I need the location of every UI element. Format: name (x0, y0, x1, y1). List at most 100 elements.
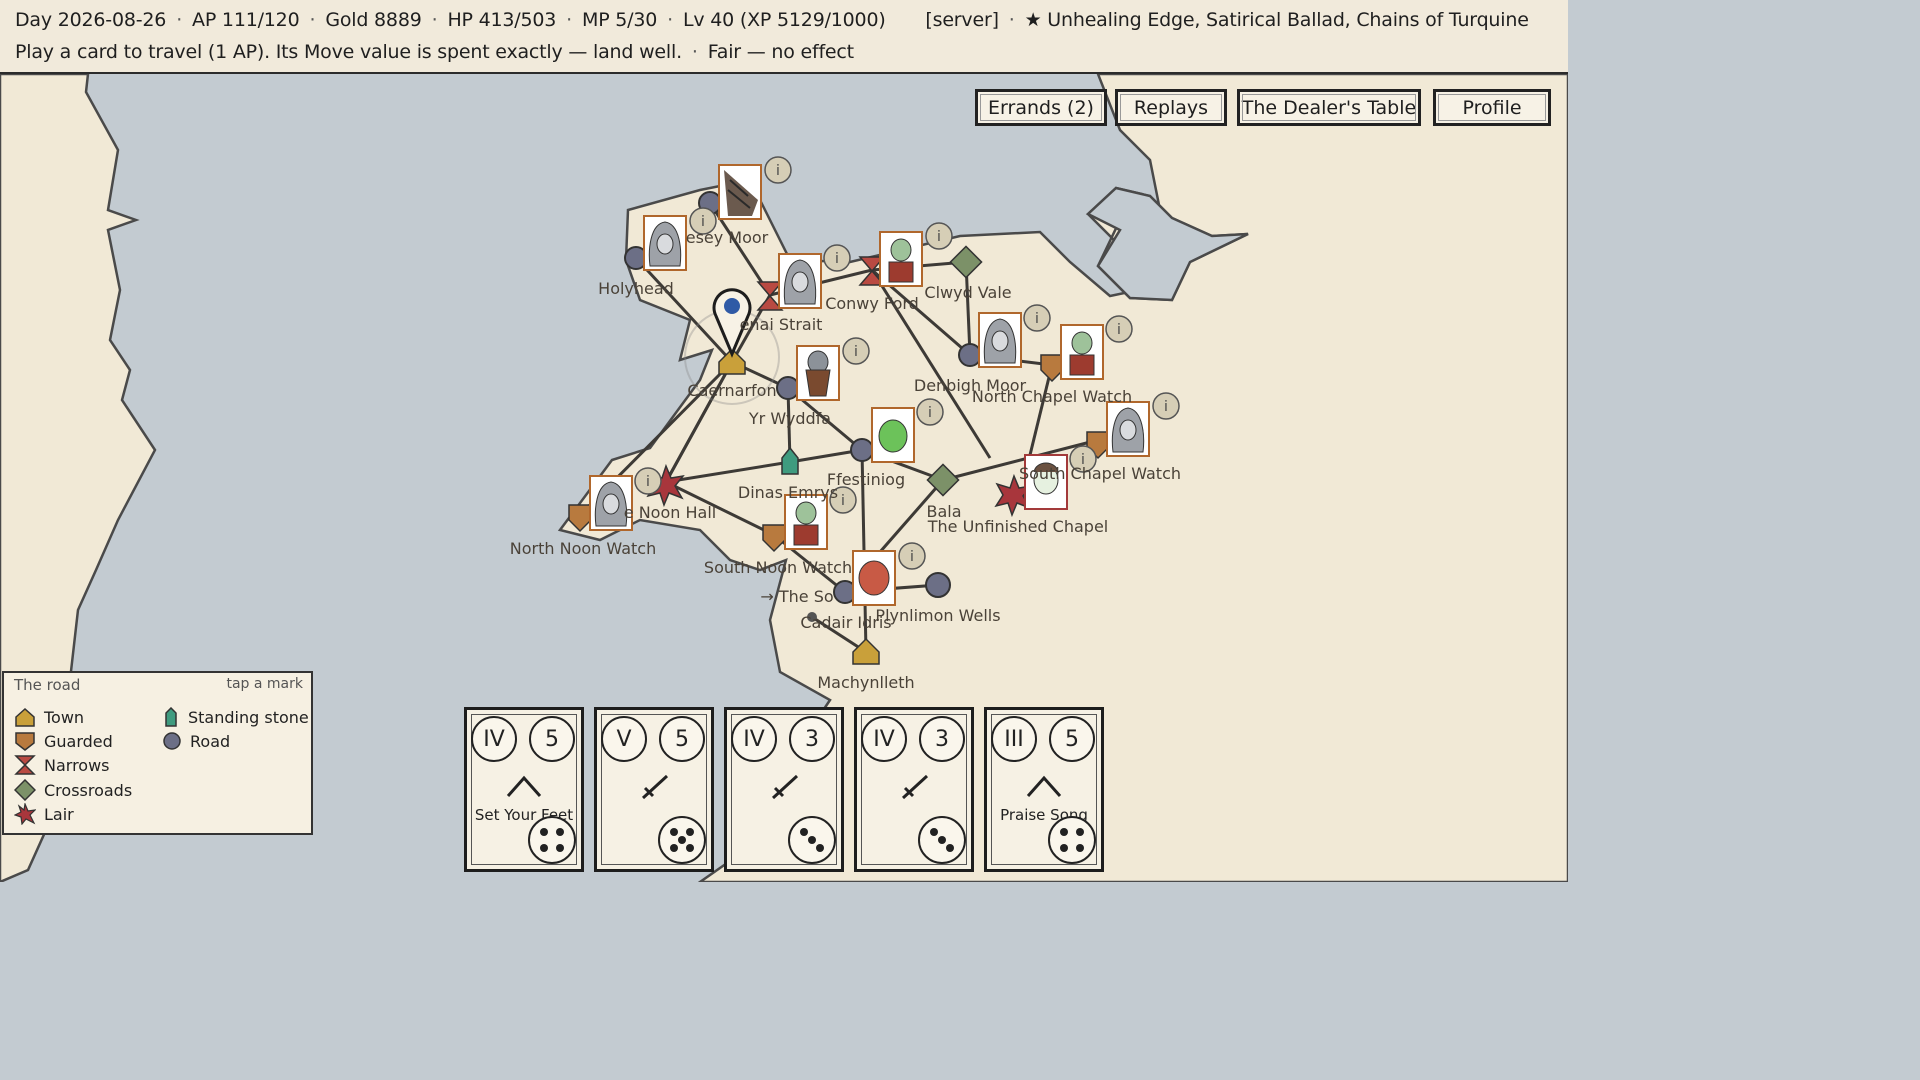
svg-text:i: i (910, 549, 914, 565)
replays-button[interactable]: Replays (1115, 89, 1227, 126)
travel-card[interactable]: IV 3 (724, 707, 844, 872)
road-marker-denbigh[interactable] (958, 343, 982, 367)
level-label: Lv 40 (XP 5129/1000) (683, 9, 886, 31)
gold-label: Gold 8889 (325, 9, 422, 31)
separator: · (309, 9, 316, 31)
effects-label: ★ Unhealing Edge, Satirical Ballad, Chai… (1024, 9, 1529, 31)
server-label: [server] (925, 9, 999, 31)
die-icon (658, 816, 706, 864)
mp-label: MP 5/30 (582, 9, 658, 31)
town-icon (15, 707, 35, 727)
dagger-icon (901, 774, 929, 800)
label-unfinished: The Unfinished Chapel (927, 517, 1108, 536)
hint-line: Play a card to travel (1 AP). Its Move v… (15, 41, 854, 63)
guarded-icon (15, 732, 35, 751)
legend-item-guarded[interactable]: Guarded (14, 730, 113, 752)
die-icon (918, 816, 966, 864)
card-move-badge: 5 (659, 716, 705, 762)
map-legend: The road tap a mark Town Guarded Narrows… (2, 671, 313, 835)
legend-item-road[interactable]: Road (162, 730, 230, 752)
separator: · (431, 9, 438, 31)
card-rank-badge: IV (731, 716, 777, 762)
card-rank-badge: III (991, 716, 1037, 762)
separator: · (566, 9, 572, 31)
label-plynlimon: Plynlimon Wells (875, 606, 1000, 625)
legend-label: Narrows (44, 755, 110, 775)
info-icon[interactable]: i (842, 337, 870, 365)
label-ffestiniog: Ffestiniog (827, 470, 905, 489)
narrows-icon (14, 755, 36, 775)
standing-stone-icon (165, 707, 177, 727)
card-move-badge: 3 (919, 716, 965, 762)
label-machynlleth: Machynlleth (817, 673, 914, 692)
goblin-portrait-northchapel[interactable] (1060, 324, 1104, 380)
info-icon[interactable]: i (764, 156, 792, 184)
day-label: Day 2026-08-26 (15, 9, 167, 31)
lair-icon (14, 803, 36, 825)
travel-card[interactable]: V5 (594, 707, 714, 872)
svg-text:i: i (776, 163, 780, 179)
ap-label: AP 111/120 (192, 9, 300, 31)
label-holyhead: Holyhead (598, 279, 674, 298)
travel-card[interactable]: IV 5 Set Your Feet (464, 707, 584, 872)
die-icon (528, 816, 576, 864)
label-conwy: Conwy Ford (825, 294, 919, 313)
legend-item-narrows[interactable]: Narrows (14, 754, 110, 776)
die-icon (788, 816, 836, 864)
hp-label: HP 413/503 (447, 9, 557, 31)
travel-card[interactable]: III 5 Praise Song (984, 707, 1104, 872)
travel-card[interactable]: IV 3 (854, 707, 974, 872)
legend-label: Town (44, 707, 85, 727)
legend-item-town[interactable]: Town (14, 706, 84, 728)
hooded-portrait-menai[interactable] (778, 253, 822, 309)
hooded-portrait-holyhead[interactable] (643, 215, 687, 271)
separator: · (667, 9, 674, 31)
separator: · (691, 41, 698, 63)
status-line: Day 2026-08-26 · AP 111/120 · Gold 8889 · HP 4… (15, 9, 1529, 31)
svg-text:i: i (1164, 399, 1168, 415)
label-southchapel: South Chapel Watch (1019, 464, 1181, 483)
card-move-badge: 5 (529, 716, 575, 762)
info-icon[interactable]: i (1105, 315, 1133, 343)
label-dinas: Dinas Emrys (738, 483, 838, 502)
goblin-portrait-conwy[interactable] (879, 231, 923, 287)
crossroads-icon (14, 779, 36, 801)
road-marker-yrwyddfa[interactable] (776, 376, 800, 400)
info-icon[interactable]: i (1152, 392, 1180, 420)
road-marker-ffestiniog[interactable] (850, 438, 874, 462)
svg-text:i: i (646, 474, 650, 490)
info-icon[interactable]: i (1023, 304, 1051, 332)
beast-portrait[interactable] (718, 164, 762, 220)
info-icon[interactable]: i (898, 542, 926, 570)
info-icon[interactable]: i (634, 467, 662, 495)
card-rank-badge: IV (471, 716, 517, 762)
label-southnoon: South Noon Watch (704, 558, 852, 577)
legend-label: Guarded (44, 731, 113, 751)
caret-icon (506, 775, 542, 797)
info-icon[interactable]: i (823, 244, 851, 272)
road-icon (163, 732, 181, 750)
hooded-portrait-southchapel[interactable] (1106, 401, 1150, 457)
card-rank-badge: IV (861, 716, 907, 762)
profile-button[interactable]: Profile (1433, 89, 1551, 126)
goblin-portrait-southnoon[interactable] (784, 494, 828, 550)
hooded-portrait-denbigh[interactable] (978, 312, 1022, 368)
status-bar: Day 2026-08-26 · AP 111/120 · Gold 8889 · HP 4… (0, 0, 1568, 74)
label-menai: enai Strait (740, 315, 823, 334)
legend-item-crossroads[interactable]: Crossroads (14, 779, 132, 801)
legend-label: Road (190, 731, 231, 751)
label-clwyd: Clwyd Vale (924, 283, 1011, 302)
road-marker-plynlimon[interactable] (925, 572, 951, 598)
boar-portrait-cadair[interactable] (852, 550, 896, 606)
legend-item-lair[interactable]: Lair (14, 803, 74, 825)
info-icon[interactable]: i (916, 398, 944, 426)
slime-portrait-ffestiniog[interactable] (871, 407, 915, 463)
dealers-table-button[interactable]: The Dealer's Table (1237, 89, 1421, 126)
die-icon (1048, 816, 1096, 864)
legend-item-standing-stone[interactable]: Standing stone (162, 706, 309, 728)
info-icon[interactable]: i (925, 222, 953, 250)
errands-button[interactable]: Errands (2) (975, 89, 1107, 126)
card-move-badge: 3 (789, 716, 835, 762)
dwarf-portrait-yrwyddfa[interactable] (796, 345, 840, 401)
svg-text:i: i (1035, 311, 1039, 327)
